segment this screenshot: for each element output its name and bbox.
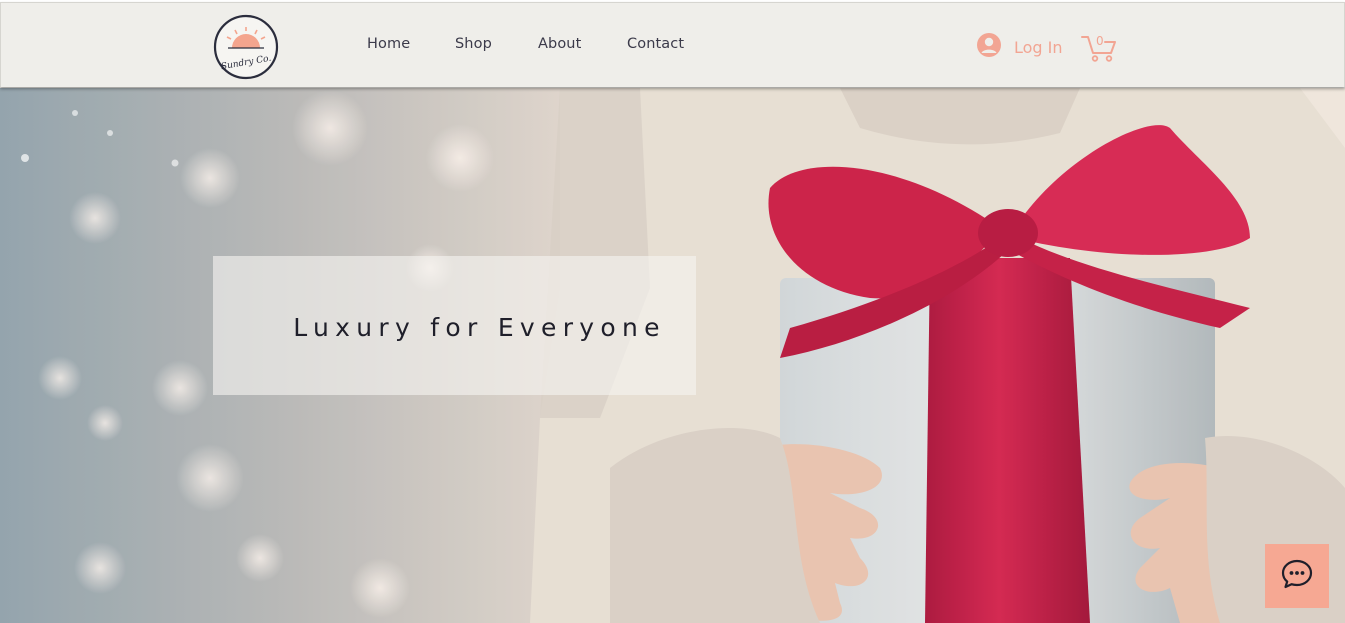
nav-item-home[interactable]: Home xyxy=(367,36,410,52)
login-label: Log In xyxy=(1014,37,1063,57)
login-button[interactable]: Log In xyxy=(976,32,1063,63)
nav-item-about[interactable]: About xyxy=(538,36,581,52)
chat-bubble-icon xyxy=(1280,557,1314,596)
nav-item-contact[interactable]: Contact xyxy=(627,36,684,52)
shopping-cart-icon[interactable]: 0 xyxy=(1081,33,1117,63)
cart-count: 0 xyxy=(1096,34,1104,48)
nav-item-shop[interactable]: Shop xyxy=(455,36,492,52)
hero-headline: Luxury for Everyone xyxy=(293,313,666,342)
hero-headline-box: Luxury for Everyone xyxy=(213,256,696,395)
chat-button[interactable] xyxy=(1265,544,1329,608)
user-avatar-icon xyxy=(976,32,1002,63)
site-header: Sundry Co. Home Shop About Contact Log I… xyxy=(0,2,1345,87)
sunset-logo-icon[interactable]: Sundry Co. xyxy=(213,14,279,80)
